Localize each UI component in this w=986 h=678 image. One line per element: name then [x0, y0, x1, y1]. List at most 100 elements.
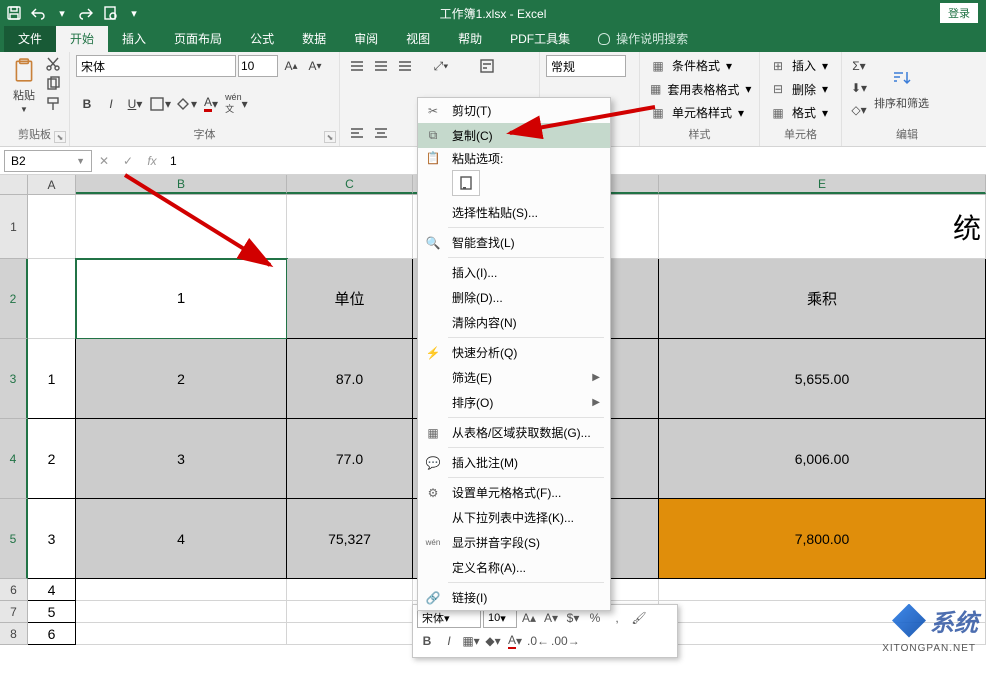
- cell[interactable]: 2: [28, 419, 76, 499]
- wrap-text-icon[interactable]: [476, 55, 498, 77]
- menu-link[interactable]: 🔗链接(I): [418, 585, 610, 610]
- italic-button[interactable]: I: [100, 93, 122, 115]
- cell[interactable]: 6,006.00: [659, 419, 986, 499]
- cell[interactable]: 6: [28, 623, 76, 645]
- font-color-button[interactable]: A▾: [200, 93, 222, 115]
- cell[interactable]: 3: [76, 419, 287, 499]
- menu-delete[interactable]: 删除(D)...: [418, 285, 610, 310]
- login-button[interactable]: 登录: [940, 3, 978, 23]
- insert-cells-button[interactable]: ⊞插入▾: [766, 55, 835, 76]
- tab-review[interactable]: 审阅: [340, 25, 392, 52]
- col-header-B[interactable]: B: [76, 175, 287, 194]
- cell-highlighted[interactable]: 7,800.00: [659, 499, 986, 579]
- fill-color-button[interactable]: ▾: [174, 93, 198, 115]
- cell-active[interactable]: 1: [76, 259, 287, 339]
- cell[interactable]: 77.0: [287, 419, 413, 499]
- bold-button[interactable]: B: [76, 93, 98, 115]
- orientation-icon[interactable]: ⤢▾: [430, 55, 452, 77]
- mini-border-button[interactable]: ▦▾: [461, 631, 481, 651]
- mini-bold-button[interactable]: B: [417, 631, 437, 651]
- conditional-format-button[interactable]: ▦条件格式▾: [646, 55, 753, 76]
- mini-comma-icon[interactable]: ,: [607, 608, 627, 628]
- col-header-C[interactable]: C: [287, 175, 413, 194]
- phonetic-button[interactable]: wén文▾: [224, 93, 249, 115]
- row-header-5[interactable]: 5: [0, 499, 28, 579]
- align-center-icon[interactable]: [370, 122, 392, 144]
- mini-format-painter-icon[interactable]: 🖌: [629, 608, 649, 628]
- autosum-icon[interactable]: Σ▾: [848, 55, 870, 77]
- cell[interactable]: [28, 195, 76, 259]
- tab-formulas[interactable]: 公式: [236, 25, 288, 52]
- print-preview-icon[interactable]: [100, 3, 120, 23]
- menu-define-name[interactable]: 定义名称(A)...: [418, 555, 610, 580]
- tab-pdf[interactable]: PDF工具集: [496, 25, 584, 52]
- mini-percent-icon[interactable]: %: [585, 608, 605, 628]
- mini-currency-icon[interactable]: $▾: [563, 608, 583, 628]
- tell-me-search[interactable]: 操作说明搜索: [584, 25, 702, 52]
- row-header-4[interactable]: 4: [0, 419, 28, 499]
- align-bottom-icon[interactable]: [394, 55, 416, 77]
- row-header-3[interactable]: 3: [0, 339, 28, 419]
- align-top-icon[interactable]: [346, 55, 368, 77]
- menu-filter[interactable]: 筛选(E)▶: [418, 365, 610, 390]
- cut-icon[interactable]: [44, 55, 62, 73]
- menu-copy[interactable]: ⧉复制(C): [418, 123, 610, 148]
- underline-button[interactable]: U▾: [124, 93, 146, 115]
- font-dialog-launcher[interactable]: ⬊: [324, 131, 336, 143]
- copy-icon[interactable]: [44, 75, 62, 93]
- menu-sort[interactable]: 排序(O)▶: [418, 390, 610, 415]
- name-box[interactable]: B2 ▼: [4, 150, 92, 172]
- increase-font-icon[interactable]: A▴: [280, 55, 302, 77]
- select-all-cells[interactable]: [0, 175, 28, 195]
- clipboard-dialog-launcher[interactable]: ⬊: [54, 131, 66, 143]
- cell[interactable]: [76, 579, 287, 601]
- menu-clear[interactable]: 清除内容(N): [418, 310, 610, 335]
- align-left-icon[interactable]: [346, 122, 368, 144]
- save-icon[interactable]: [4, 3, 24, 23]
- menu-insert[interactable]: 插入(I)...: [418, 260, 610, 285]
- mini-italic-button[interactable]: I: [439, 631, 459, 651]
- paste-button[interactable]: 粘贴 ▼: [6, 55, 42, 116]
- undo-dropdown-icon[interactable]: ▾: [52, 3, 72, 23]
- tab-file[interactable]: 文件: [4, 25, 56, 52]
- tab-data[interactable]: 数据: [288, 25, 340, 52]
- menu-insert-comment[interactable]: 💬插入批注(M): [418, 450, 610, 475]
- menu-from-table[interactable]: ▦从表格/区域获取数据(G)...: [418, 420, 610, 445]
- decrease-font-icon[interactable]: A▾: [304, 55, 326, 77]
- border-button[interactable]: ▾: [148, 93, 172, 115]
- cell[interactable]: 4: [28, 579, 76, 601]
- menu-format-cells[interactable]: ⚙设置单元格格式(F)...: [418, 480, 610, 505]
- cell[interactable]: [287, 623, 413, 645]
- menu-cut[interactable]: ✂剪切(T): [418, 98, 610, 123]
- format-painter-icon[interactable]: [44, 95, 62, 113]
- fill-icon[interactable]: ⬇▾: [848, 77, 870, 99]
- menu-quick-analysis[interactable]: ⚡快速分析(Q): [418, 340, 610, 365]
- enter-formula-icon[interactable]: ✓: [116, 150, 140, 172]
- mini-decrease-font-icon[interactable]: A▾: [541, 608, 561, 628]
- menu-phonetic[interactable]: wén显示拼音字段(S): [418, 530, 610, 555]
- mini-increase-font-icon[interactable]: A▴: [519, 608, 539, 628]
- menu-dropdown-select[interactable]: 从下拉列表中选择(K)...: [418, 505, 610, 530]
- row-header-1[interactable]: 1: [0, 195, 28, 259]
- cell[interactable]: 5,655.00: [659, 339, 986, 419]
- row-header-7[interactable]: 7: [0, 601, 28, 623]
- mini-decrease-decimal-icon[interactable]: .0←: [527, 631, 549, 651]
- tab-insert[interactable]: 插入: [108, 25, 160, 52]
- redo-icon[interactable]: [76, 3, 96, 23]
- font-name-select[interactable]: [76, 55, 236, 77]
- cell[interactable]: [76, 623, 287, 645]
- mini-increase-decimal-icon[interactable]: .00→: [551, 631, 580, 651]
- col-header-E[interactable]: E: [659, 175, 986, 194]
- tab-help[interactable]: 帮助: [444, 25, 496, 52]
- delete-cells-button[interactable]: ⊟删除▾: [766, 79, 835, 100]
- mini-size-select[interactable]: 10 ▾: [483, 608, 517, 628]
- tab-view[interactable]: 视图: [392, 25, 444, 52]
- number-format-select[interactable]: [546, 55, 626, 77]
- cell[interactable]: 乘积: [659, 259, 986, 339]
- mini-font-select[interactable]: 宋体 ▾: [417, 608, 481, 628]
- cancel-formula-icon[interactable]: ✕: [92, 150, 116, 172]
- paste-default-button[interactable]: [452, 170, 480, 196]
- font-size-select[interactable]: [238, 55, 278, 77]
- cell[interactable]: 4: [76, 499, 287, 579]
- clear-icon[interactable]: ◇▾: [848, 99, 870, 121]
